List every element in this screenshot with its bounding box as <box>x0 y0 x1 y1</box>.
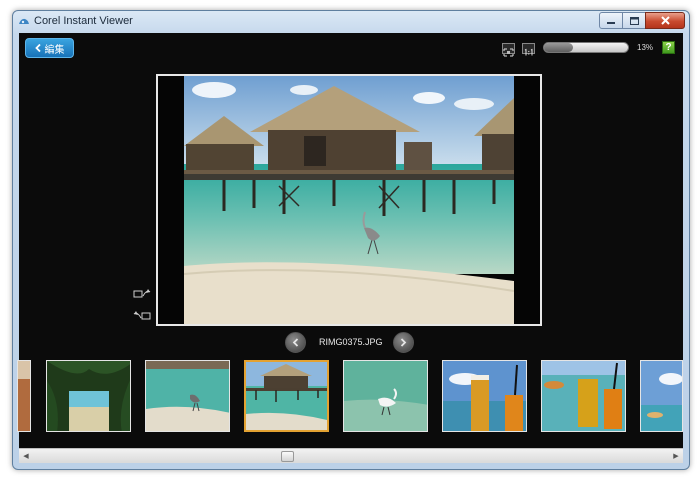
help-button[interactable]: ? <box>662 41 675 54</box>
fit-screen-icon <box>503 48 514 57</box>
thumbnail-image <box>344 361 427 431</box>
image-filename: RIMG0375.JPG <box>319 337 383 347</box>
rotate-right-icon[interactable] <box>133 309 151 321</box>
actual-size-icon <box>524 48 533 56</box>
help-icon: ? <box>665 42 672 53</box>
next-image-button[interactable] <box>393 332 414 353</box>
minimize-button[interactable] <box>599 12 623 29</box>
scroll-right-icon[interactable]: ▶ <box>671 451 681 461</box>
maximize-button[interactable] <box>622 12 646 29</box>
thumbnail-image <box>641 361 682 431</box>
thumbnail-drinks-deck[interactable] <box>541 360 626 432</box>
app-window: Corel Instant Viewer 編集 13% ? RIMG0375.J… <box>12 10 690 470</box>
maximize-icon <box>629 16 639 25</box>
thumbnail-image <box>542 361 625 431</box>
main-image-frame <box>156 74 542 326</box>
close-icon <box>660 16 670 25</box>
thumbnail-image <box>246 362 327 430</box>
thumbnail-egret-water[interactable] <box>343 360 428 432</box>
back-button-label: 編集 <box>44 44 65 56</box>
thumbnail-image <box>146 361 229 431</box>
window-controls <box>599 12 685 29</box>
main-photo[interactable] <box>184 76 514 324</box>
thumbnail-selected[interactable] <box>244 360 329 432</box>
thumbnail-sky[interactable] <box>640 360 683 432</box>
close-button[interactable] <box>645 12 685 29</box>
chevron-left-icon <box>34 44 41 52</box>
thumbnail-orange-drinks[interactable] <box>442 360 527 432</box>
actual-size-button[interactable] <box>522 43 535 56</box>
fit-to-window-button[interactable] <box>502 43 515 57</box>
thumbnail-image <box>18 361 30 431</box>
minimize-icon <box>607 21 615 24</box>
arrow-right-icon <box>400 338 407 347</box>
title-bar[interactable]: Corel Instant Viewer <box>13 11 689 33</box>
corel-viewer-icon <box>19 18 29 24</box>
rotate-left-icon[interactable] <box>133 287 151 299</box>
previous-image-button[interactable] <box>285 332 306 353</box>
scroll-left-icon[interactable]: ◀ <box>21 451 31 461</box>
back-to-edit-button[interactable]: 編集 <box>25 38 74 58</box>
thumbnail-palm-beach[interactable] <box>46 360 131 432</box>
zoom-slider-fill <box>544 43 574 52</box>
thumbnail-heron-shore[interactable] <box>145 360 230 432</box>
arrow-left-icon <box>292 338 299 347</box>
thumbnail-image <box>47 361 130 431</box>
filmstrip-scrollbar[interactable]: ◀ ▶ <box>19 448 683 463</box>
window-title: Corel Instant Viewer <box>34 15 133 27</box>
zoom-percent: 13% <box>637 43 654 52</box>
thumbnail-partial[interactable] <box>17 360 31 432</box>
viewer-area: 編集 13% ? RIMG0375.JPG ◀ ▶ <box>17 33 683 463</box>
scrollbar-thumb[interactable] <box>281 451 294 462</box>
zoom-slider[interactable] <box>543 42 629 53</box>
thumbnail-image <box>443 361 526 431</box>
